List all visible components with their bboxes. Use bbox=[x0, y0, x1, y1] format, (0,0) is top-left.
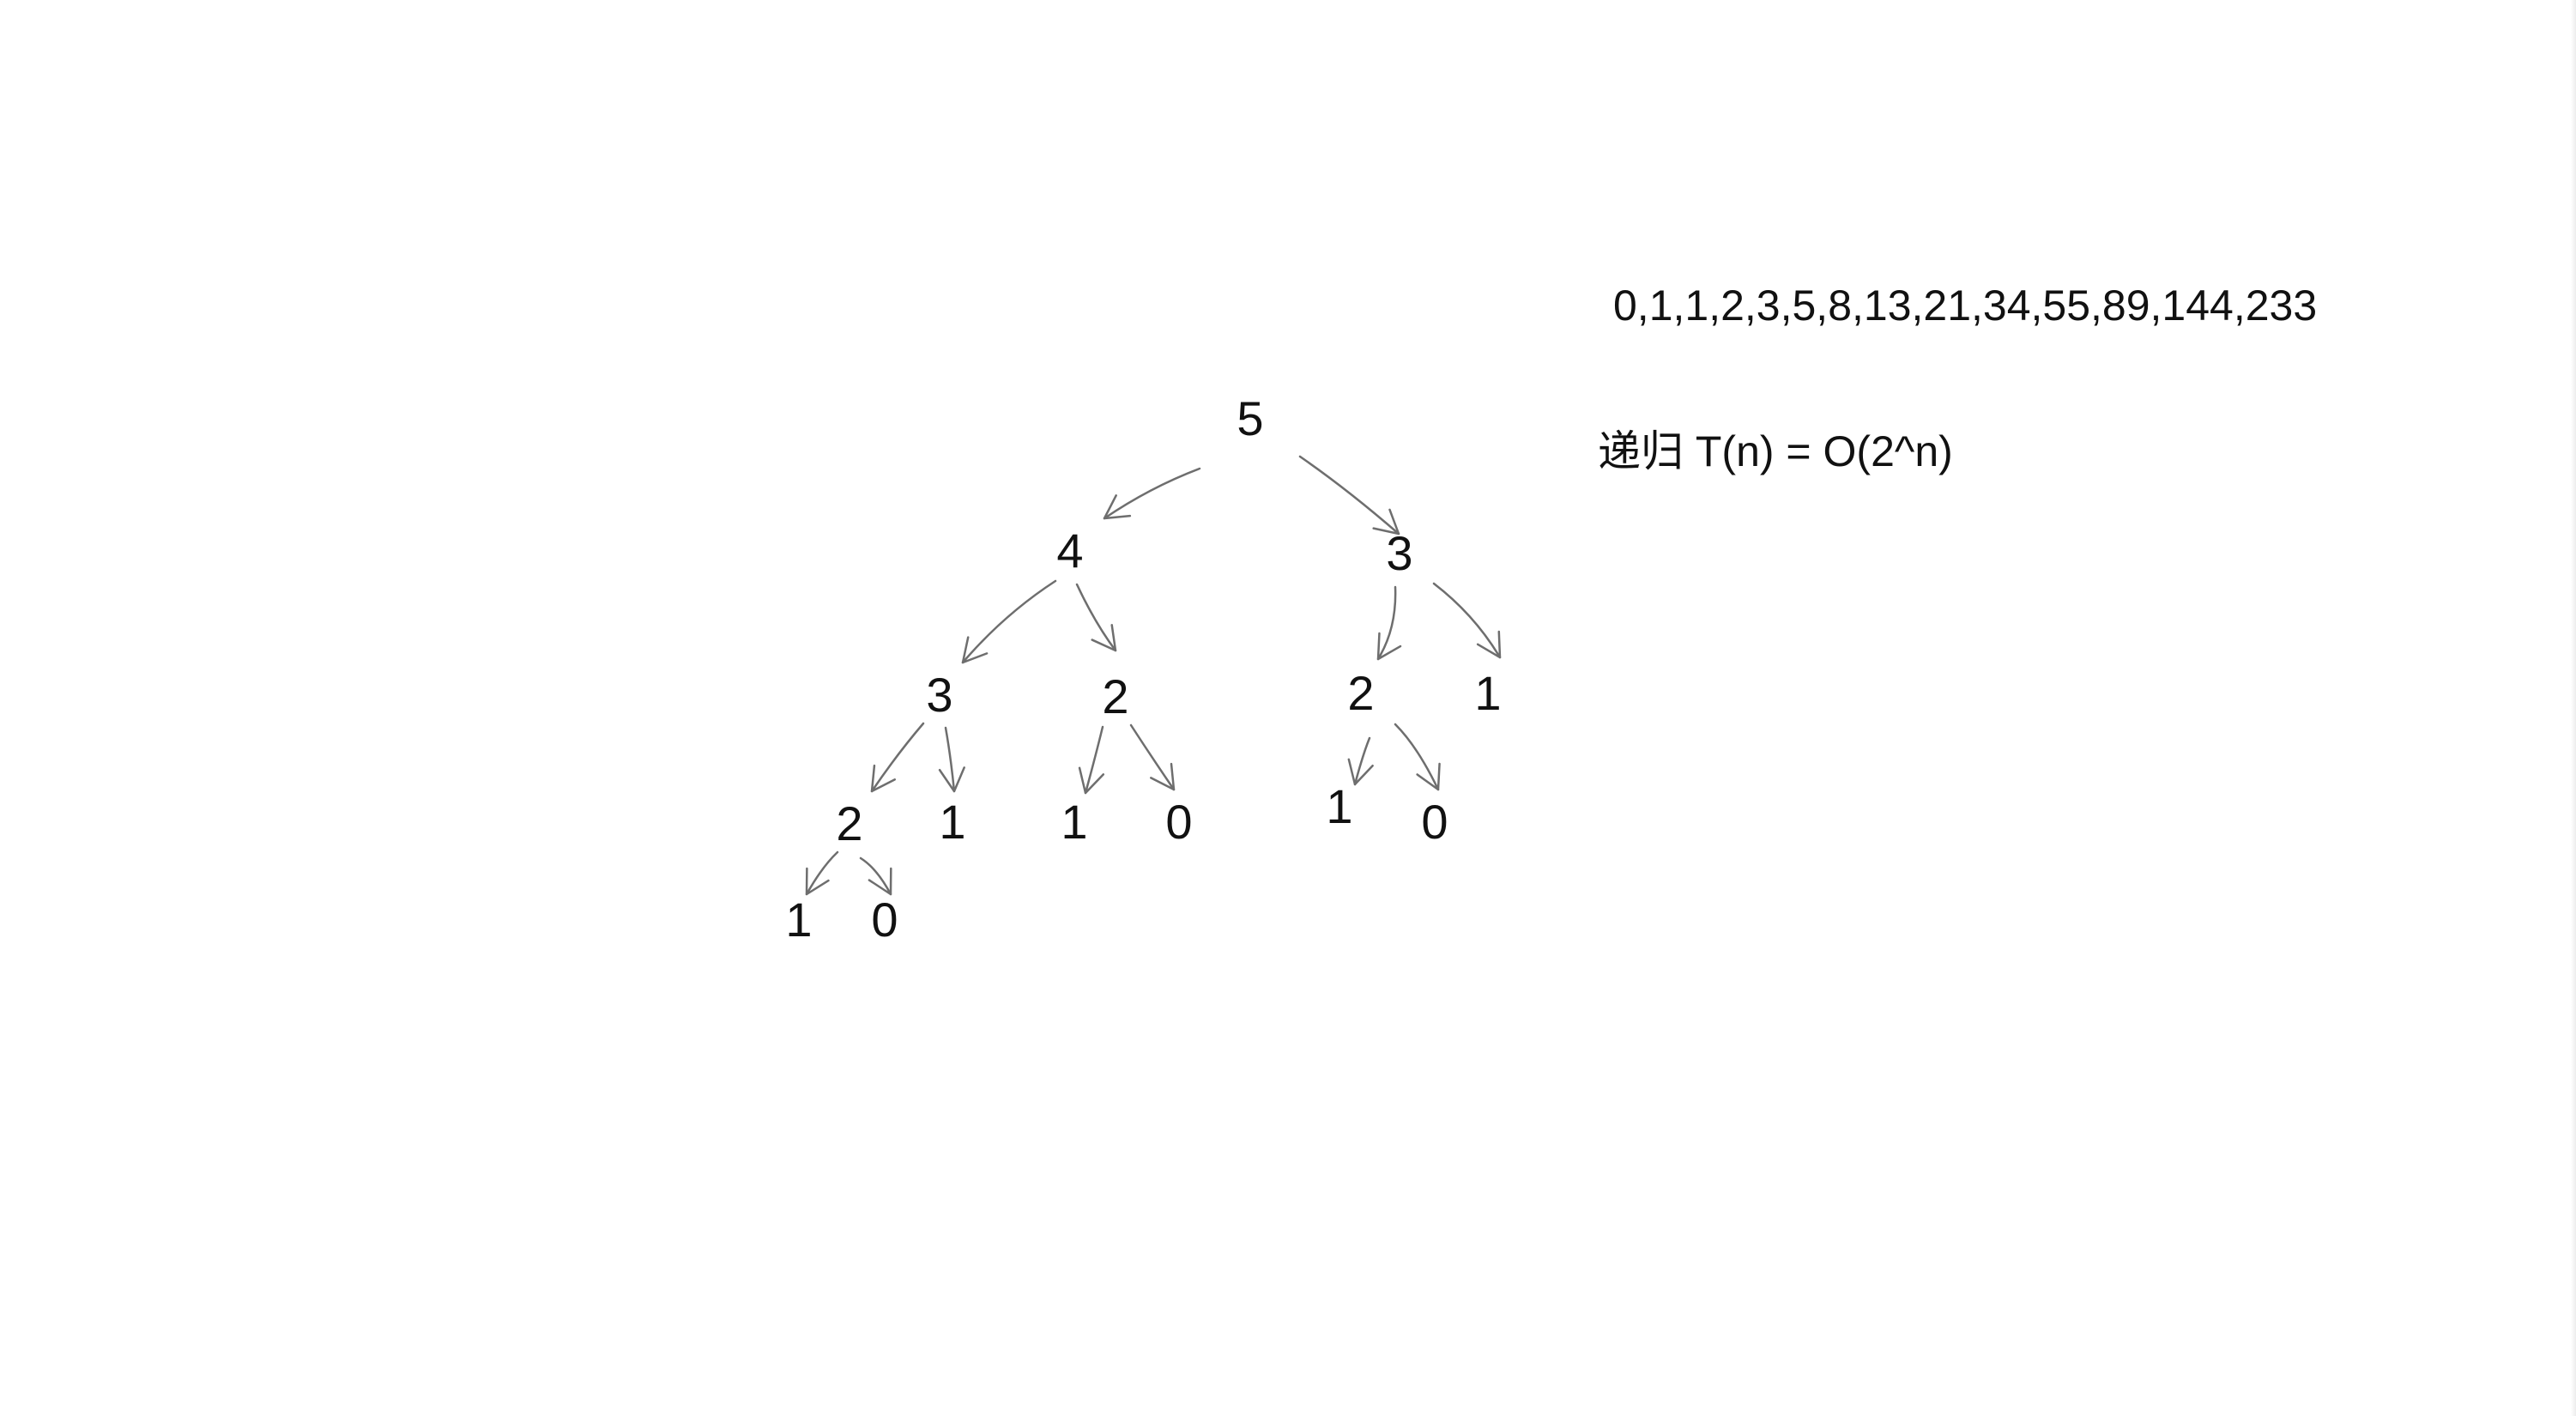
tree-node-n5: 5 bbox=[1237, 391, 1264, 445]
edge-n2a-n1d bbox=[1347, 736, 1374, 786]
edge-n5-n3b bbox=[1298, 455, 1400, 536]
edge-n2c-n0c bbox=[859, 856, 892, 896]
edge-n2b-n1c bbox=[1078, 725, 1105, 795]
tree-node-n2a: 2 bbox=[1347, 666, 1375, 720]
edge-line bbox=[961, 579, 1057, 664]
edge-line bbox=[1103, 467, 1201, 520]
edge-line bbox=[859, 856, 892, 896]
edge-n2c-n1e bbox=[805, 850, 839, 896]
edge-line bbox=[1394, 723, 1440, 791]
recursion-tree-canvas bbox=[805, 455, 1502, 896]
fibonacci-sequence-text: 0,1,1,2,3,5,8,13,21,34,55,89,144,233 bbox=[1613, 281, 2318, 330]
tree-node-n1d: 1 bbox=[1326, 779, 1353, 833]
complexity-annotation: 递归 T(n) = O(2^n) bbox=[1598, 427, 1953, 475]
tree-node-n1e: 1 bbox=[785, 893, 813, 947]
edge-line bbox=[1376, 585, 1397, 661]
edge-line bbox=[1298, 455, 1400, 536]
edge-n4-n2b bbox=[1075, 583, 1117, 652]
tree-node-n2b: 2 bbox=[1102, 669, 1129, 723]
edge-line bbox=[870, 722, 925, 793]
tree-node-n3a: 3 bbox=[926, 668, 953, 722]
edge-n3a-n1b bbox=[938, 726, 965, 793]
edge-n3a-n2c bbox=[870, 722, 925, 793]
edge-line bbox=[1432, 582, 1502, 659]
edge-line bbox=[1129, 723, 1176, 791]
tree-node-n2c: 2 bbox=[836, 796, 863, 850]
edge-n2b-n0a bbox=[1129, 723, 1176, 791]
edge-n3b-n1a bbox=[1432, 582, 1502, 659]
tree-node-n1c: 1 bbox=[1061, 795, 1088, 849]
edge-n5-n4 bbox=[1103, 467, 1201, 520]
tree-node-n1a: 1 bbox=[1474, 666, 1502, 720]
page-edge-shadow bbox=[2571, 0, 2576, 1416]
edge-line bbox=[805, 850, 839, 896]
tree-edges bbox=[805, 455, 1502, 896]
tree-node-n0a: 0 bbox=[1165, 795, 1193, 849]
edge-n2a-n0b bbox=[1394, 723, 1441, 791]
tree-node-n3b: 3 bbox=[1386, 526, 1413, 580]
edge-n3b-n2a bbox=[1376, 585, 1402, 661]
tree-node-n0b: 0 bbox=[1421, 795, 1448, 849]
tree-node-n4: 4 bbox=[1056, 523, 1084, 578]
edge-n4-n3a bbox=[961, 579, 1057, 664]
tree-node-n0c: 0 bbox=[871, 893, 898, 947]
tree-node-n1b: 1 bbox=[939, 795, 966, 849]
